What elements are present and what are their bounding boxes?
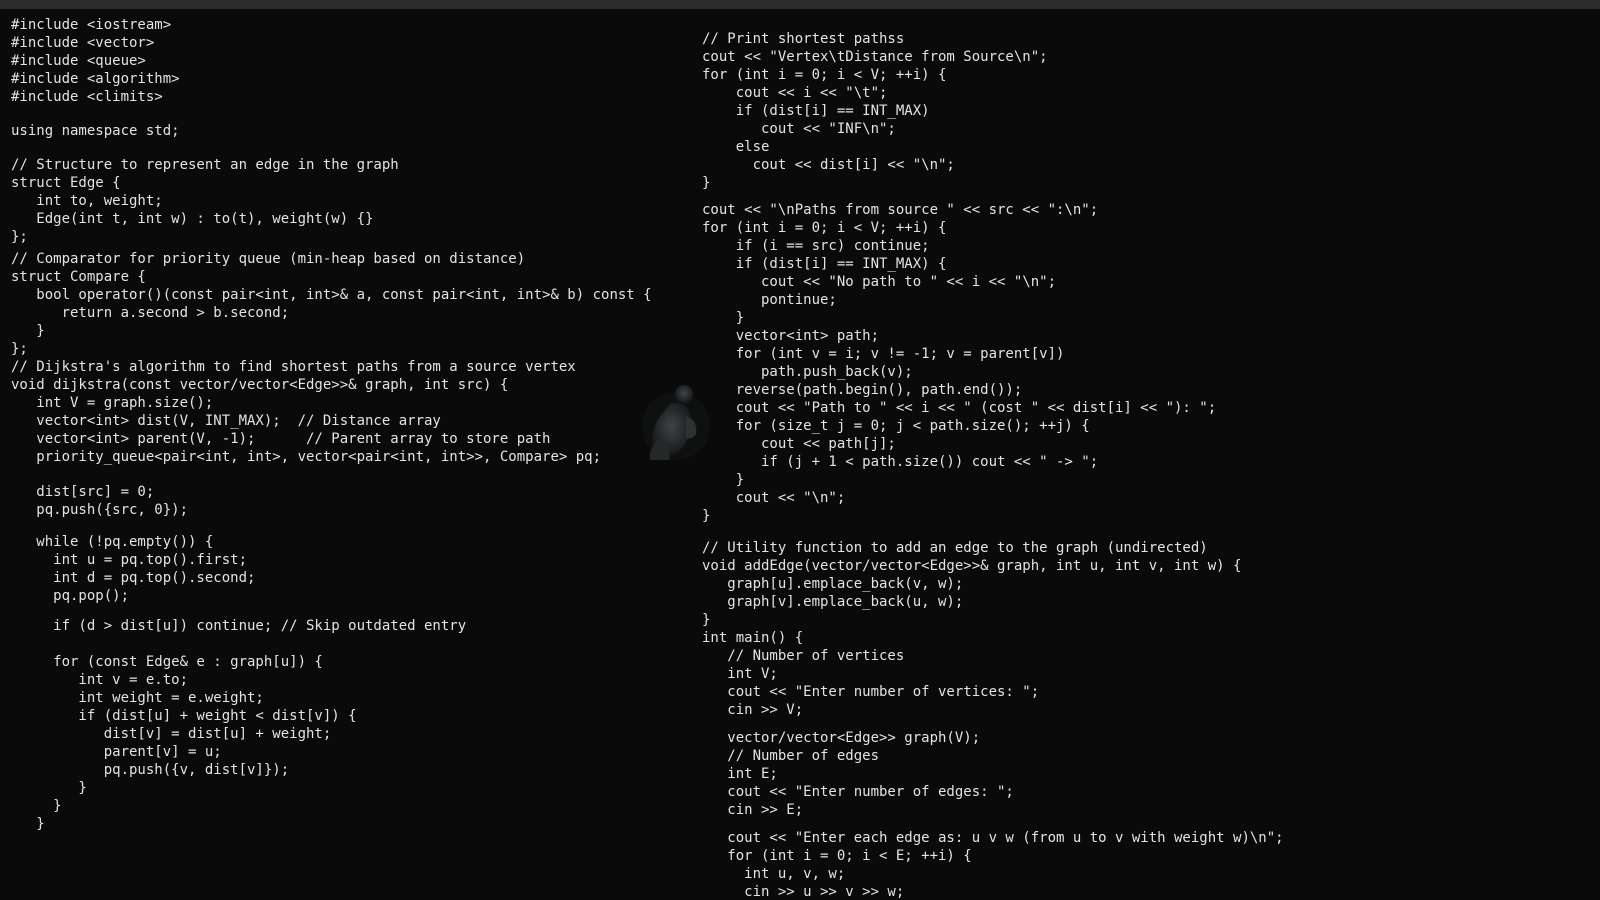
code-line: for (int i = 0; i < V; ++i) { (702, 67, 947, 83)
code-line: using namespace std; (11, 123, 180, 139)
thinker-figure-image (642, 385, 710, 460)
code-line: pq.push({src, 0}); (11, 502, 189, 518)
code-line: int V; (702, 666, 778, 682)
code-line: cout << "\n"; (702, 490, 846, 506)
code-line: struct Compare { (11, 269, 146, 285)
code-line: int u, v, w; (702, 866, 846, 882)
code-line: pq.push({v, dist[v]}); (11, 762, 290, 778)
code-line: reverse(path.begin(), path.end()); (702, 382, 1023, 398)
code-line: // Utility function to add an edge to th… (702, 540, 1208, 556)
code-line: }; (11, 341, 28, 357)
code-line: #include <queue> (11, 53, 146, 69)
code-line: cin >> u >> v >> w; (702, 884, 905, 900)
code-line: #include <iostream> (11, 17, 172, 33)
code-line: vector/vector<Edge>> graph(V); (702, 730, 981, 746)
code-line: cout << "Vertex\tDistance from Source\n"… (702, 49, 1048, 65)
code-line: int weight = e.weight; (11, 690, 264, 706)
editor-screen: #include <iostream> #include <vector> #inc… (0, 0, 1600, 900)
code-line: cin >> V; (702, 702, 804, 718)
code-line: Edge(int t, int w) : to(t), weight(w) {} (11, 211, 374, 227)
code-line: int d = pq.top().second; (11, 570, 256, 586)
code-line: for (int v = i; v != -1; v = parent[v]) (702, 346, 1065, 362)
code-line: } (702, 508, 711, 524)
code-line: bool operator()(const pair<int, int>& a,… (11, 287, 652, 303)
code-line: for (size_t j = 0; j < path.size(); ++j)… (702, 418, 1090, 434)
code-line: parent[v] = u; (11, 744, 222, 760)
window-top-bar (0, 0, 1600, 9)
code-line: else (702, 139, 770, 155)
code-line: } (702, 612, 711, 628)
code-line: int to, weight; (11, 193, 163, 209)
code-line: } (11, 323, 45, 339)
code-line: for (int i = 0; i < V; ++i) { (702, 220, 947, 236)
code-line: while (!pq.empty()) { (11, 534, 214, 550)
code-line: cout << "Enter number of vertices: "; (702, 684, 1040, 700)
code-line: if (d > dist[u]) continue; // Skip outda… (11, 618, 467, 634)
code-line: void addEdge(vector/vector<Edge>>& graph… (702, 558, 1242, 574)
code-line: pq.pop(); (11, 588, 130, 604)
code-line: vector<int> dist(V, INT_MAX); // Distanc… (11, 413, 441, 429)
code-line: int u = pq.top().first; (11, 552, 248, 568)
code-line: for (const Edge& e : graph[u]) { (11, 654, 323, 670)
code-line: graph[u].emplace_back(v, w); (702, 576, 964, 592)
code-line: // Print shortest pathss (702, 31, 905, 47)
code-line: #include <vector> (11, 35, 155, 51)
code-line: #include <algorithm> (11, 71, 180, 87)
code-line: int E; (702, 766, 778, 782)
code-line: int v = e.to; (11, 672, 189, 688)
code-line: // Comparator for priority queue (min-he… (11, 251, 526, 267)
code-line: if (j + 1 < path.size()) cout << " -> "; (702, 454, 1099, 470)
code-line: #include <climits> (11, 89, 163, 105)
code-line: int V = graph.size(); (11, 395, 214, 411)
code-line: if (dist[u] + weight < dist[v]) { (11, 708, 357, 724)
code-line: // Structure to represent an edge in the… (11, 157, 399, 173)
code-line: cout << "Path to " << i << " (cost " << … (702, 400, 1217, 416)
code-line: dist[src] = 0; (11, 484, 155, 500)
code-line: } (11, 780, 87, 796)
code-line: cout << "INF\n"; (702, 121, 896, 137)
code-line: // Number of edges (702, 748, 880, 764)
code-line: if (i == src) continue; (702, 238, 930, 254)
code-line: } (11, 816, 45, 832)
code-line: if (dist[i] == INT_MAX) { (702, 256, 947, 272)
code-line: cout << "\nPaths from source " << src <<… (702, 202, 1099, 218)
code-line: } (11, 798, 62, 814)
code-line: cout << "Enter number of edges: "; (702, 784, 1014, 800)
code-line: // Number of vertices (702, 648, 905, 664)
code-line: int main() { (702, 630, 804, 646)
code-line: graph[v].emplace_back(u, w); (702, 594, 964, 610)
code-line: vector<int> path; (702, 328, 880, 344)
code-line: cin >> E; (702, 802, 804, 818)
code-line: struct Edge { (11, 175, 121, 191)
code-line: if (dist[i] == INT_MAX) (702, 103, 930, 119)
code-line: path.push_back(v); (702, 364, 913, 380)
code-line: } (702, 472, 745, 488)
code-line: } (702, 310, 745, 326)
code-line: // Dijkstra's algorithm to find shortest… (11, 359, 576, 375)
code-line: vector<int> parent(V, -1); // Parent arr… (11, 431, 551, 447)
code-line: for (int i = 0; i < E; ++i) { (702, 848, 972, 864)
code-line: } (702, 175, 711, 191)
code-line: cout << dist[i] << "\n"; (702, 157, 955, 173)
code-line: priority_queue<pair<int, int>, vector<pa… (11, 449, 602, 465)
code-line: pontinue; (702, 292, 837, 308)
code-line: cout << "Enter each edge as: u v w (from… (702, 830, 1284, 846)
code-line: void dijkstra(const vector/vector<Edge>>… (11, 377, 509, 393)
code-line: dist[v] = dist[u] + weight; (11, 726, 332, 742)
code-line: cout << "No path to " << i << "\n"; (702, 274, 1057, 290)
code-line: }; (11, 229, 28, 245)
code-line: return a.second > b.second; (11, 305, 290, 321)
code-line: cout << i << "\t"; (702, 85, 888, 101)
code-line: cout << path[j]; (702, 436, 896, 452)
